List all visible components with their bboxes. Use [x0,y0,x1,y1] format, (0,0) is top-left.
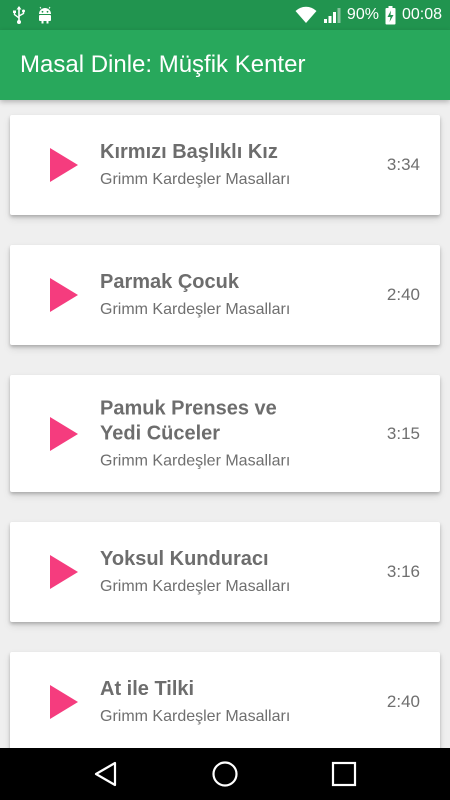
track-text: At ile Tilki Grimm Kardeşler Masalları [100,677,320,727]
track-duration: 2:40 [386,285,420,304]
track-title: Yoksul Kunduracı [100,548,269,570]
play-icon[interactable] [50,278,78,312]
track-subtitle: Grimm Kardeşler Masalları [100,301,291,318]
track-subtitle: Grimm Kardeşler Masalları [100,171,291,188]
clock: 00:08 [401,6,442,23]
track-list[interactable]: Kırmızı Başlıklı Kız Grimm Kardeşler Mas… [0,100,450,748]
navigation-bar [0,748,450,800]
play-icon[interactable] [50,555,78,589]
play-icon[interactable] [50,148,78,182]
status-right: 90% 00:08 [295,5,442,25]
play-icon[interactable] [50,685,78,719]
status-bar: 90% 00:08 [0,0,450,30]
track-duration: 2:40 [386,692,420,711]
track-duration: 3:16 [386,562,420,581]
app-bar: Masal Dinle: Müşfik Kenter [0,30,450,100]
track-title: Kırmızı Başlıklı Kız [100,141,278,163]
track-text: Yoksul Kunduracı Grimm Kardeşler Masalla… [100,547,320,597]
app-title: Masal Dinle: Müşfik Kenter [20,51,306,78]
track-title: At ile Tilki [100,678,195,700]
track-duration: 3:15 [386,423,420,443]
wifi-icon [295,6,317,24]
track-subtitle: Grimm Kardeşler Masalları [100,578,291,595]
status-left [12,6,54,24]
track-duration: 3:34 [386,155,420,174]
track-card[interactable]: Kırmızı Başlıklı Kız Grimm Kardeşler Mas… [10,115,440,215]
play-icon[interactable] [50,416,78,451]
track-title: Parmak Çocuk [100,271,239,293]
track-subtitle: Grimm Kardeşler Masalları [100,452,291,469]
track-card[interactable]: Parmak Çocuk Grimm Kardeşler Masalları 2… [10,245,440,345]
track-text: Kırmızı Başlıklı Kız Grimm Kardeşler Mas… [100,140,320,190]
battery-charging-icon [385,5,396,25]
track-card[interactable]: At ile Tilki Grimm Kardeşler Masalları 2… [10,652,440,748]
track-card[interactable]: Yoksul Kunduracı Grimm Kardeşler Masalla… [10,522,440,622]
signal-icon [323,6,341,24]
track-text: Parmak Çocuk Grimm Kardeşler Masalları [100,270,320,320]
recents-icon[interactable] [329,760,359,788]
track-card[interactable]: Pamuk Prenses ve Yedi Cüceler Grimm Kard… [10,375,440,492]
android-icon [36,6,54,24]
home-icon[interactable] [210,760,240,788]
back-icon[interactable] [91,760,121,788]
battery-percent: 90% [346,6,379,23]
usb-icon [12,6,26,24]
track-title: Pamuk Prenses ve Yedi Cüceler [100,397,277,444]
track-text: Pamuk Prenses ve Yedi Cüceler Grimm Kard… [100,396,320,471]
track-subtitle: Grimm Kardeşler Masalları [100,708,291,725]
